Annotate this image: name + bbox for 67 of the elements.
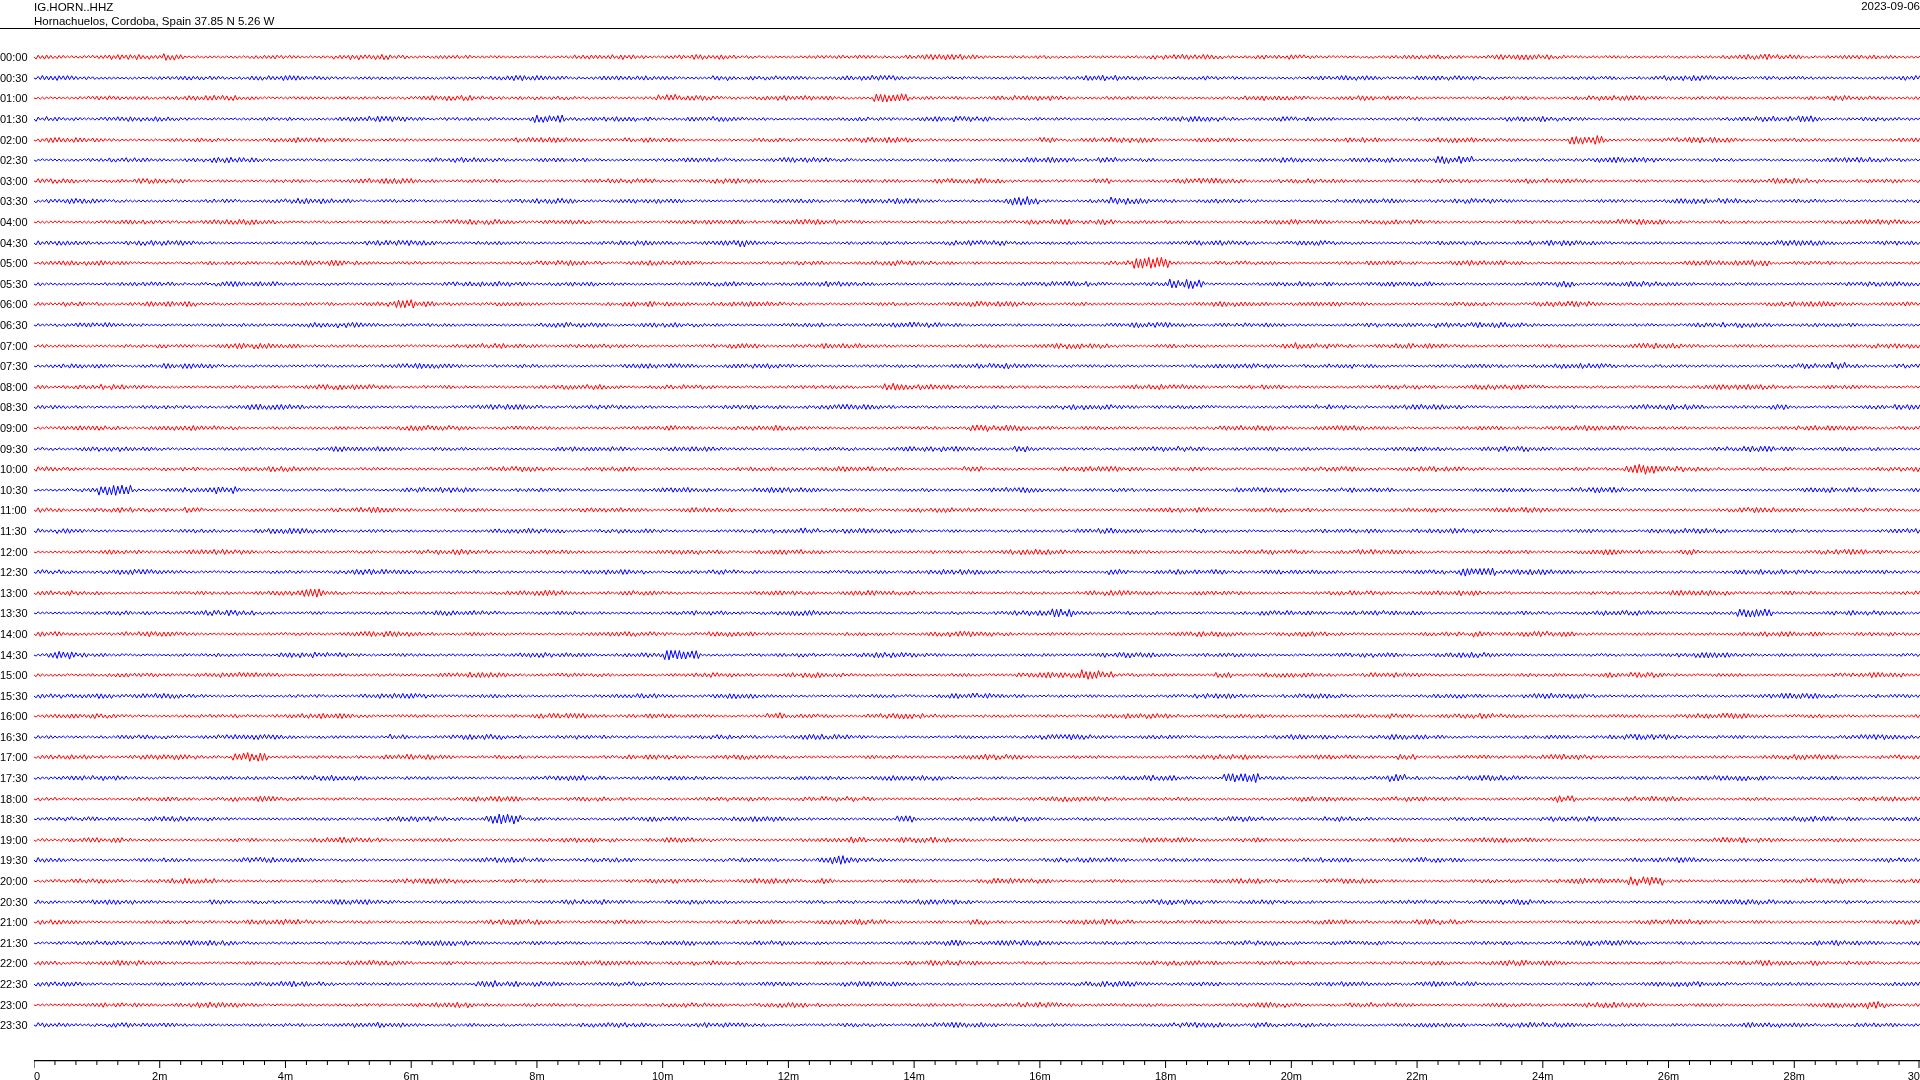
row-time-label: 04:00 [0,216,29,229]
row-time-label: 07:30 [0,360,29,373]
row-time-label: 05:30 [0,277,29,290]
axis-tick-label: 14m [903,1069,925,1080]
row-time-label: 17:00 [0,751,29,764]
row-time-label: 16:00 [0,710,29,723]
axis-tick-label: 18m [1154,1069,1177,1080]
row-time-label: 15:00 [0,669,29,682]
row-time-label: 06:30 [0,319,29,331]
axis-tick-label: 4m [277,1069,294,1080]
row-time-label: 02:30 [0,154,29,167]
row-time-label: 07:00 [0,339,29,352]
row-time-label: 01:00 [0,92,29,105]
row-time-label: 19:00 [0,833,29,846]
row-time-label: 22:30 [0,978,29,990]
row-time-label: 02:00 [0,133,29,146]
row-time-label: 06:00 [0,298,29,311]
row-time-label: 12:00 [0,545,29,558]
row-time-label: 08:30 [0,401,29,414]
station-code: IG.HORN..HHZ [34,0,115,14]
row-time-label: 10:00 [0,463,29,476]
row-time-label: 14:00 [0,627,29,640]
row-time-label: 23:30 [0,1019,29,1032]
row-time-label: 21:00 [0,916,29,929]
axis-tick-label: 22m [1406,1069,1428,1080]
row-time-label: 12:30 [0,566,29,579]
row-time-label: 03:30 [0,195,29,208]
row-time-label: 11:30 [0,524,28,537]
row-time-label: 11:00 [0,504,28,517]
axis-tick-label: 6m [403,1069,419,1080]
row-time-label: 23:00 [0,998,29,1011]
row-time-label: 15:30 [0,689,29,702]
row-time-label: 16:30 [0,730,29,743]
row-time-label: 01:30 [0,113,29,126]
axis-tick-label: 26m [1657,1069,1680,1080]
axis-tick-label: 8m [529,1069,545,1080]
row-time-label: 08:00 [0,380,29,393]
axis-tick-label: 2m [152,1069,168,1080]
axis-tick-label: 20m [1280,1069,1303,1080]
row-time-label: 17:30 [0,772,29,785]
axis-tick-label: 28m [1783,1069,1805,1080]
row-time-label: 03:00 [0,174,29,187]
row-time-label: 10:30 [0,483,29,496]
row-time-label: 22:00 [0,957,29,970]
station-location: Hornachuelos, Cordoba, Spain 37.85 N 5.26 W [34,14,275,28]
row-time-label: 21:30 [0,936,29,949]
row-time-label: 13:30 [0,607,29,620]
row-time-label: 13:00 [0,586,29,599]
row-time-label: 04:30 [0,236,29,249]
row-time-label: 20:30 [0,895,29,908]
axis-tick-label: 30 [1907,1069,1920,1080]
row-time-label: 14:30 [0,648,29,661]
axis-tick-label: 24m [1532,1069,1554,1080]
row-time-label: 19:30 [0,854,29,867]
row-time-label: 18:30 [0,813,29,826]
row-time-label: 05:00 [0,257,29,270]
row-time-label: 09:30 [0,442,29,455]
row-time-label: 20:00 [0,875,29,888]
row-time-label: 18:00 [0,792,29,805]
axis-tick-label: 16m [1029,1069,1051,1080]
axis-tick-label: 0 [34,1069,41,1080]
axis-tick-label: 10m [651,1069,674,1080]
axis-tick-label: 12m [777,1069,800,1080]
row-time-label: 00:30 [0,71,29,84]
date-label: 2023-09-06 [1861,0,1920,13]
row-time-label: 00:00 [0,51,29,64]
row-time-label: 09:00 [0,422,29,434]
